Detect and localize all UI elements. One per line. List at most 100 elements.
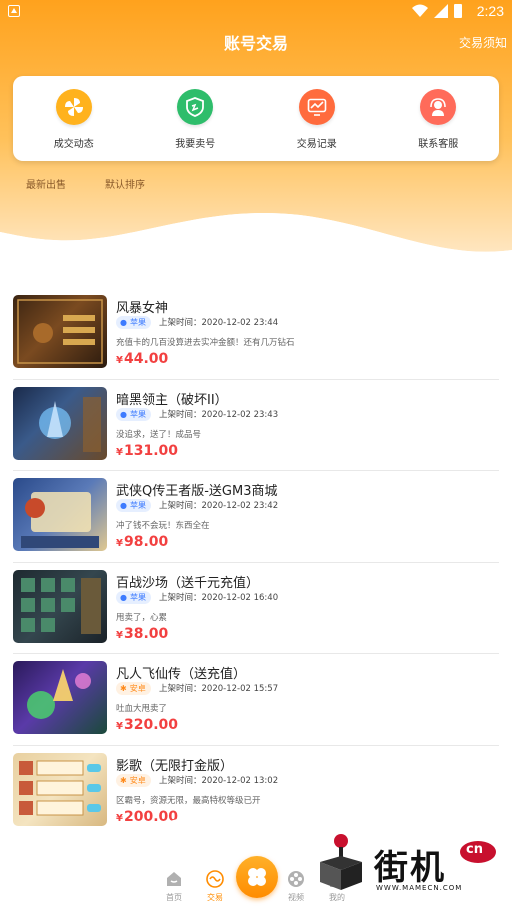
quick-action-sell[interactable]: 我要卖号 xyxy=(135,76,257,161)
flower-icon xyxy=(248,868,266,886)
quick-action-label: 交易记录 xyxy=(296,139,337,150)
listed-label: 上架时间： xyxy=(159,409,202,420)
wifi-icon xyxy=(412,4,428,17)
price-value: 131.00 xyxy=(123,442,178,459)
quick-action-label: 我要卖号 xyxy=(175,139,216,150)
listed-label: 上架时间： xyxy=(159,318,202,328)
platform-badge: ● 苹果 xyxy=(116,590,151,604)
listing-price: ¥320.00 xyxy=(116,717,178,733)
game-name: 武侠Q传王者版-送GM3商城 xyxy=(116,484,278,499)
header-area: 2:23 账号交易 交易须知 成交动态 我要卖号 交易记录 联系客服 最新出售 … xyxy=(0,0,512,290)
nav-label: 首页 xyxy=(166,893,182,902)
listed-value: 2020-12-02 23:43 xyxy=(201,409,279,420)
platform-badge: ● 苹果 xyxy=(116,499,151,512)
watermark-domain: WWW.MAMECN.COM xyxy=(376,884,463,892)
platform-label: 安卓 xyxy=(129,684,146,693)
listed-label: 上架时间： xyxy=(159,592,202,603)
listing-item[interactable]: 武侠Q传王者版-送GM3商城 ● 苹果 上架时间：2020-12-02 23:42… xyxy=(13,471,499,563)
apple-icon: ● xyxy=(120,409,127,419)
currency-symbol: ¥ xyxy=(116,355,123,366)
nav-home[interactable]: 首页 xyxy=(154,870,194,903)
currency-symbol: ¥ xyxy=(116,629,123,641)
platform-label: 苹果 xyxy=(129,318,146,327)
quick-action-support[interactable]: 联系客服 xyxy=(378,76,500,161)
platform-badge: ● 苹果 xyxy=(116,316,151,329)
nav-trade[interactable]: 交易 xyxy=(195,870,235,903)
currency-symbol: ¥ xyxy=(116,721,123,732)
trade-notice-link[interactable]: 交易须知 xyxy=(459,34,507,51)
quick-actions-card: 成交动态 我要卖号 交易记录 联系客服 xyxy=(13,76,499,161)
listing-price: ¥38.00 xyxy=(116,626,168,642)
quick-action-records[interactable]: 交易记录 xyxy=(256,76,378,161)
listing-item[interactable]: 凡人飞仙传（送充值） ✱ 安卓 上架时间：2020-12-02 15:57 吐血大… xyxy=(13,654,499,746)
game-name: 百战沙场（送千元充值） xyxy=(116,575,260,591)
price-value: 98.00 xyxy=(123,534,169,550)
platform-label: 苹果 xyxy=(129,409,146,419)
apple-icon: ● xyxy=(120,592,127,602)
game-name: 暗黑领主（破坏II） xyxy=(116,392,228,408)
game-thumbnail xyxy=(13,295,107,368)
sort-tab-newest[interactable]: 最新出售 xyxy=(26,176,66,191)
game-name: 凡人飞仙传（送充值） xyxy=(116,667,247,682)
game-thumbnail xyxy=(13,569,107,643)
shield-icon xyxy=(177,89,214,125)
listing-list: 风暴女神 ● 苹果 上架时间：2020-12-02 23:44 充值卡的几百没算进… xyxy=(0,288,512,837)
platform-label: 苹果 xyxy=(129,501,146,510)
game-name: 风暴女神 xyxy=(116,301,169,316)
home-icon xyxy=(167,872,181,886)
platform-badge: ✱ 安卓 xyxy=(116,773,151,787)
watermark: 街机 cn WWW.MAMECN.COM xyxy=(318,832,512,894)
listed-time: 上架时间：2020-12-02 16:40 xyxy=(159,591,278,603)
listing-price: ¥98.00 xyxy=(116,534,168,550)
film-reel-icon xyxy=(288,871,304,887)
apple-icon: ● xyxy=(120,318,127,327)
listed-value: 2020-12-02 16:40 xyxy=(201,592,279,603)
nav-label: 交易 xyxy=(207,893,223,902)
watermark-tag: cn xyxy=(466,842,483,857)
notification-icon xyxy=(8,5,20,17)
signal-icon xyxy=(434,4,448,18)
listing-description: 甩卖了，心累 xyxy=(116,612,168,623)
currency-symbol: ¥ xyxy=(116,538,123,549)
game-thumbnail xyxy=(13,661,107,734)
price-value: 38.00 xyxy=(123,625,169,642)
platform-badge: ● 苹果 xyxy=(116,407,151,421)
nav-video[interactable]: 视频 xyxy=(276,870,316,903)
trade-icon xyxy=(206,870,224,888)
listing-description: 充值卡的几百没算进去实冲金额！还有几万钻石 xyxy=(116,338,295,348)
currency-symbol: ¥ xyxy=(116,446,123,458)
android-icon: ✱ xyxy=(120,775,127,785)
game-thumbnail xyxy=(13,386,107,460)
quick-action-label: 联系客服 xyxy=(418,139,459,150)
listing-description: 冲了钱不会玩！东西全在 xyxy=(116,521,210,531)
listed-time: 上架时间：2020-12-02 13:02 xyxy=(159,774,278,786)
listing-item[interactable]: 暗黑领主（破坏II） ● 苹果 上架时间：2020-12-02 23:43 没追求… xyxy=(13,380,499,471)
platform-badge: ✱ 安卓 xyxy=(116,682,151,695)
listing-item[interactable]: 百战沙场（送千元充值） ● 苹果 上架时间：2020-12-02 16:40 甩卖… xyxy=(13,563,499,654)
quick-action-label: 成交动态 xyxy=(53,139,94,150)
page-title: 账号交易 xyxy=(223,34,288,53)
listed-time: 上架时间：2020-12-02 23:44 xyxy=(159,316,278,328)
listed-time: 上架时间：2020-12-02 15:57 xyxy=(159,682,278,694)
listing-price: ¥44.00 xyxy=(116,351,168,367)
listed-label: 上架时间： xyxy=(159,501,202,511)
sort-tab-default[interactable]: 默认排序 xyxy=(105,176,145,191)
quick-action-deals[interactable]: 成交动态 xyxy=(13,76,135,161)
price-value: 44.00 xyxy=(123,351,169,367)
listing-item[interactable]: 风暴女神 ● 苹果 上架时间：2020-12-02 23:44 充值卡的几百没算进… xyxy=(13,288,499,380)
android-icon: ✱ xyxy=(120,684,127,693)
chart-monitor-icon xyxy=(298,89,335,125)
watermark-brand: 街机 xyxy=(374,848,446,888)
pinwheel-icon xyxy=(55,89,92,125)
platform-label: 安卓 xyxy=(129,775,146,785)
listing-price: ¥131.00 xyxy=(116,443,178,459)
game-thumbnail xyxy=(13,478,107,551)
nav-label: 视频 xyxy=(288,893,304,902)
listed-label: 上架时间： xyxy=(159,684,202,694)
listed-time: 上架时间：2020-12-02 23:42 xyxy=(159,499,278,511)
status-time: 2:23 xyxy=(476,3,504,19)
apple-icon: ● xyxy=(120,501,127,510)
headset-icon xyxy=(420,89,457,125)
center-action-button[interactable] xyxy=(236,856,278,898)
listed-value: 2020-12-02 23:44 xyxy=(201,318,279,328)
